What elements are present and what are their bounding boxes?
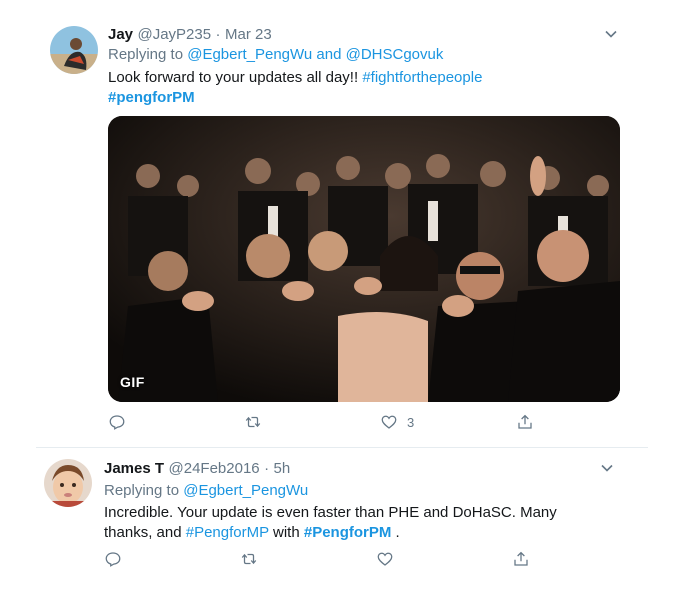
like-count: 3 (407, 414, 415, 430)
display-name[interactable]: Jay (108, 26, 133, 43)
hashtag-link[interactable]: #pengforPM (108, 89, 195, 106)
more-menu-button[interactable] (600, 461, 616, 477)
share-icon (514, 551, 528, 566)
tweet-1: Jay @JayP235 · Mar 23 Replying to @Egber… (0, 0, 700, 448)
tweet-header: Jay @JayP235 · Mar 23 (108, 26, 272, 44)
tweet-text-line: . (391, 524, 400, 541)
like-icon (381, 415, 397, 429)
reply-button[interactable] (104, 550, 122, 568)
more-menu-button[interactable] (604, 27, 620, 43)
hashtag-link[interactable]: #fightforthepeople (362, 69, 482, 86)
tweet-text-body: Look forward to your updates all day!! (108, 69, 363, 86)
tweet-text-line: Incredible. Your update is even faster t… (104, 504, 557, 521)
handle[interactable]: @JayP235 (137, 26, 211, 43)
gif-badge: GIF (120, 374, 145, 390)
replying-mentions[interactable]: @Egbert_PengWu and @DHSCgovuk (187, 46, 443, 63)
tweet-text-line: thanks, and (104, 524, 186, 541)
replying-to: Replying to @Egbert_PengWu (104, 482, 308, 499)
share-icon (518, 414, 532, 429)
retweet-button[interactable] (240, 550, 258, 568)
tweet-header: James T @24Feb2016 · 5h (104, 460, 290, 478)
hashtag-link[interactable]: #PengforPM (304, 524, 392, 541)
gif-image (108, 116, 620, 402)
avatar-image (50, 26, 98, 74)
reply-button[interactable] (108, 413, 126, 431)
share-button[interactable] (516, 413, 534, 431)
retweet-button[interactable] (244, 413, 262, 431)
timestamp[interactable]: 5h (274, 460, 291, 477)
replying-prefix: Replying to (108, 46, 184, 63)
retweet-icon (241, 553, 257, 565)
hashtag-link[interactable]: #PengforMP (186, 524, 269, 541)
tweet-text-line: with (268, 524, 304, 541)
reply-icon (109, 415, 125, 430)
like-button[interactable]: 3 (380, 413, 414, 431)
like-button[interactable] (376, 550, 394, 568)
avatar[interactable] (44, 459, 92, 507)
tweet-2: James T @24Feb2016 · 5h Replying to @Egb… (0, 448, 700, 592)
like-icon (377, 552, 393, 566)
share-button[interactable] (512, 550, 530, 568)
separator: · (215, 26, 221, 43)
tweet-text: Incredible. Your update is even faster t… (104, 503, 624, 543)
separator: · (264, 460, 270, 477)
replying-to: Replying to @Egbert_PengWu and @DHSCgovu… (108, 46, 443, 63)
avatar-image (44, 459, 92, 507)
gif-media[interactable]: GIF (108, 116, 620, 402)
timestamp[interactable]: Mar 23 (225, 26, 272, 43)
tweet-text: Look forward to your updates all day!! #… (108, 68, 608, 108)
avatar[interactable] (50, 26, 98, 74)
handle[interactable]: @24Feb2016 (169, 460, 260, 477)
chevron-down-icon (605, 30, 617, 38)
display-name[interactable]: James T (104, 460, 164, 477)
reply-icon (105, 552, 121, 567)
chevron-down-icon (601, 464, 613, 472)
replying-mentions[interactable]: @Egbert_PengWu (183, 482, 308, 499)
retweet-icon (245, 416, 261, 428)
replying-prefix: Replying to (104, 482, 180, 499)
